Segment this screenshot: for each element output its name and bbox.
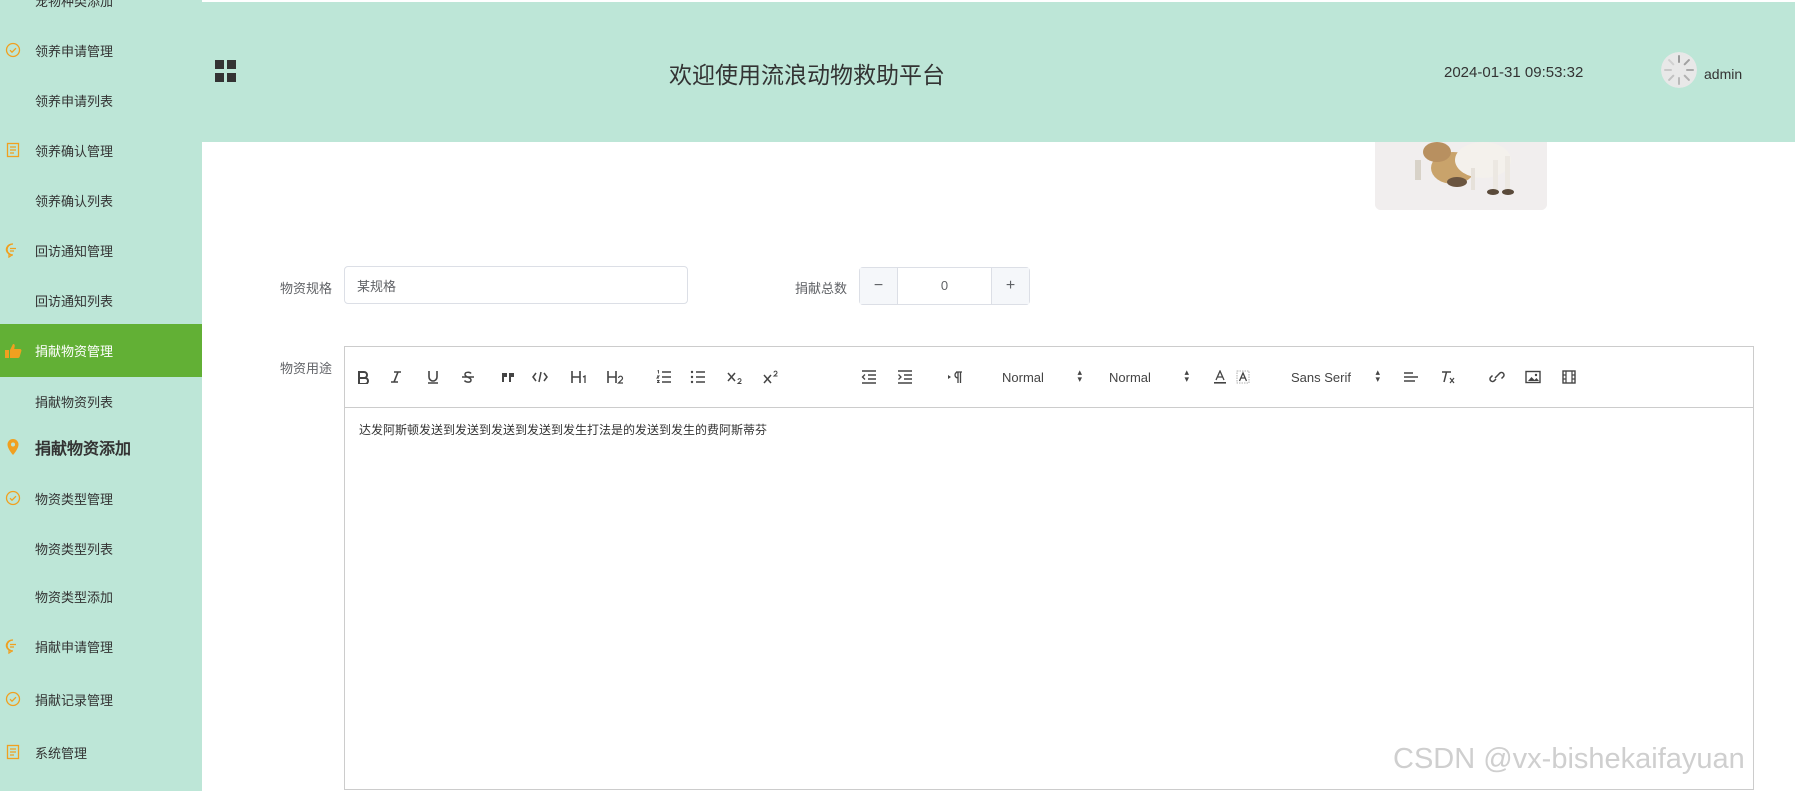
username[interactable]: admin	[1704, 66, 1742, 82]
select-arrows-icon: ▴ ▾	[1077, 367, 1082, 384]
select-arrows-icon: ▴ ▾	[1184, 367, 1189, 384]
sidebar-item[interactable]: 领养申请管理	[0, 28, 202, 72]
sidebar-item-label: 物资类型管理	[35, 491, 114, 507]
bullet-list-icon[interactable]	[689, 367, 707, 387]
font-size-value: Normal	[1109, 369, 1151, 385]
indent-icon[interactable]	[896, 367, 914, 387]
donation-total-value[interactable]: 0	[898, 268, 991, 304]
italic-icon[interactable]	[388, 367, 404, 387]
datetime-display: 2024-01-31 09:53:32	[1444, 64, 1584, 81]
location-pin-icon	[4, 438, 22, 456]
sidebar-item-label: 捐献申请管理	[35, 639, 114, 655]
outdent-icon[interactable]	[860, 367, 878, 387]
header-1-icon[interactable]	[569, 367, 589, 387]
sidebar-item-label: 领养确认列表	[35, 193, 114, 209]
sidebar-item[interactable]: 捐献申请管理	[0, 624, 202, 668]
sidebar-item-label: 宠物种类添加	[35, 0, 114, 9]
font-size-select[interactable]: Normal ▴ ▾	[1109, 367, 1189, 387]
sidebar-item[interactable]: 物资类型添加	[0, 574, 202, 618]
chat-icon	[4, 637, 22, 655]
code-block-icon[interactable]	[531, 367, 549, 387]
document-icon	[4, 141, 22, 159]
font-family-select[interactable]: Sans Serif ▴ ▾	[1291, 367, 1380, 387]
sidebar-item[interactable]: 宠物种类添加	[0, 0, 202, 22]
donation-total-stepper: − 0 +	[859, 267, 1030, 305]
check-circle-icon	[4, 690, 22, 708]
editor-toolbar: Normal ▴ ▾ Normal ▴ ▾ Sans Serif ▴ ▾	[345, 347, 1753, 408]
select-arrows-icon: ▴ ▾	[1375, 367, 1380, 384]
decrement-button[interactable]: −	[860, 268, 898, 304]
sidebar-item[interactable]: 领养确认管理	[0, 128, 202, 172]
sidebar-item[interactable]: 捐献物资管理	[0, 324, 202, 377]
underline-icon[interactable]	[425, 367, 441, 387]
sidebar-item-label: 领养确认管理	[35, 143, 114, 159]
sidebar-item-label: 系统管理	[35, 745, 88, 761]
sidebar-item[interactable]: 捐献记录管理	[0, 677, 202, 721]
header-2-icon[interactable]	[605, 367, 625, 387]
increment-button[interactable]: +	[991, 268, 1029, 304]
header: 欢迎使用流浪动物救助平台 2024-01-31 09:53:32 admin	[202, 0, 1795, 142]
page-title: 欢迎使用流浪动物救助平台	[669, 62, 945, 88]
sidebar-item[interactable]: 物资类型列表	[0, 526, 202, 570]
sidebar-item-label: 回访通知管理	[35, 243, 114, 259]
rich-text-editor: Normal ▴ ▾ Normal ▴ ▾ Sans Serif ▴ ▾ 达发阿斯顿发…	[344, 346, 1754, 790]
sidebar-item[interactable]: 回访通知列表	[0, 278, 202, 322]
sidebar-item[interactable]: 捐献物资列表	[0, 379, 202, 423]
sidebar-item[interactable]: 物资类型管理	[0, 476, 202, 520]
pet-image	[1375, 142, 1547, 210]
sidebar-item-label: 捐献记录管理	[35, 692, 114, 708]
font-family-value: Sans Serif	[1291, 369, 1351, 385]
sidebar-item-label: 捐献物资添加	[35, 441, 132, 458]
sidebar-item-label: 捐献物资管理	[35, 344, 114, 359]
donation-total-label: 捐献总数	[795, 281, 848, 296]
background-color-icon[interactable]	[1235, 367, 1251, 387]
avatar[interactable]	[1661, 52, 1697, 88]
check-circle-icon	[4, 489, 22, 507]
header-format-value: Normal	[1002, 369, 1044, 385]
superscript-icon[interactable]	[762, 367, 780, 387]
header-format-select[interactable]: Normal ▴ ▾	[1002, 367, 1082, 387]
sidebar-item-label: 领养申请列表	[35, 93, 114, 109]
thumbs-up-icon	[4, 342, 22, 360]
sidebar-item[interactable]: 回访通知管理	[0, 228, 202, 272]
sidebar-item-label: 回访通知列表	[35, 293, 114, 309]
align-icon[interactable]	[1402, 367, 1420, 387]
link-icon[interactable]	[1488, 367, 1506, 387]
strikethrough-icon[interactable]	[460, 367, 476, 387]
chat-icon	[4, 241, 22, 259]
video-icon[interactable]	[1560, 367, 1578, 387]
main-content: 物资规格 捐献总数 − 0 + 物资用途 Normal ▴▾	[208, 142, 1795, 791]
sidebar-item[interactable]: 领养确认列表	[0, 178, 202, 222]
usage-label: 物资用途	[280, 361, 333, 376]
spec-input[interactable]	[344, 266, 688, 304]
watermark: CSDN @vx-bishekaifayuan	[1393, 743, 1745, 775]
text-direction-icon[interactable]	[946, 367, 964, 387]
sidebar: 宠物种类添加领养申请管理 领养申请列表 领养确认管理 领养确认列表 回访通知管理 回访通知…	[0, 0, 202, 791]
spec-label: 物资规格	[280, 281, 333, 296]
sidebar-item[interactable]: 捐献物资添加	[0, 425, 202, 469]
editor-content[interactable]: 达发阿斯顿发送到发送到发送到发送到发生打法是的发送到发生的费阿斯蒂芬	[359, 421, 767, 438]
ordered-list-icon[interactable]	[655, 367, 673, 387]
font-color-icon[interactable]	[1212, 367, 1228, 387]
sidebar-item-label: 物资类型列表	[35, 541, 114, 557]
sidebar-item-label: 物资类型添加	[35, 589, 114, 605]
document-icon	[4, 743, 22, 761]
image-icon[interactable]	[1524, 367, 1542, 387]
blockquote-icon[interactable]	[499, 367, 517, 387]
sidebar-item[interactable]: 系统管理	[0, 730, 202, 774]
subscript-icon[interactable]	[726, 367, 744, 387]
sidebar-item-label: 捐献物资列表	[35, 394, 114, 410]
sidebar-item[interactable]: 领养申请列表	[0, 78, 202, 122]
sidebar-item-label: 领养申请管理	[35, 43, 114, 59]
clear-format-icon[interactable]	[1439, 367, 1457, 387]
bold-icon[interactable]	[355, 367, 371, 387]
check-circle-icon	[4, 41, 22, 59]
